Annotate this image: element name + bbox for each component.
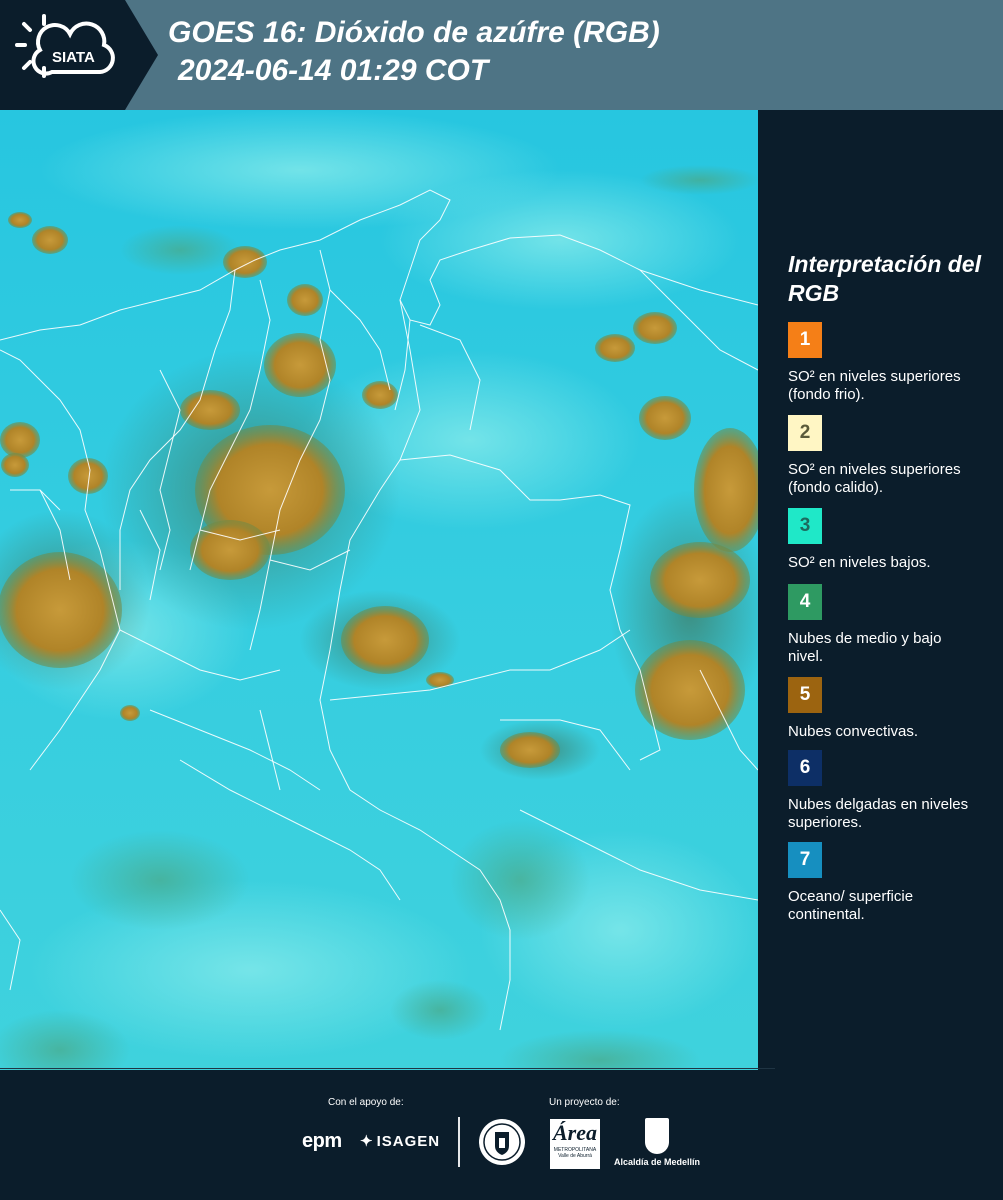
legend-number-2: 2 xyxy=(799,422,811,443)
siata-logo: SIATA xyxy=(0,0,158,110)
legend-label-7: Oceano/ superficie continental. xyxy=(788,888,914,923)
legend-swatch-3: 3 xyxy=(788,508,822,544)
title-product: GOES 16: Dióxido de azúfre (RGB) xyxy=(168,16,660,49)
legend-item-5: 5 Nubes convectivas. xyxy=(788,677,978,741)
project-label: Un proyecto de: xyxy=(549,1097,620,1108)
legend-swatch-7: 7 xyxy=(788,842,822,878)
legend-number-3: 3 xyxy=(799,515,811,536)
footer-top-divider xyxy=(0,1068,775,1069)
legend-item-6: 6 Nubes delgadas en niveles superiores. xyxy=(788,750,978,832)
siata-logo-panel: SIATA xyxy=(0,0,158,110)
legend-label-2: SO² en niveles superiores (fondo calido)… xyxy=(788,461,961,496)
area-metropolitana-logo: Área METROPOLITANA Valle de Aburrá xyxy=(550,1119,600,1169)
isagen-logo-text: ISAGEN xyxy=(376,1133,441,1150)
medellin-seal-icon xyxy=(479,1119,525,1165)
legend-number-1: 1 xyxy=(799,329,811,350)
legend-number-5: 5 xyxy=(799,684,811,705)
title-timestamp: 2024-06-14 01:29 COT xyxy=(178,54,489,87)
legend-label-3: SO² en niveles bajos. xyxy=(788,554,931,571)
support-label: Con el apoyo de: xyxy=(328,1097,404,1108)
alcaldia-logo: Alcaldía de Medellín xyxy=(612,1118,702,1167)
legend-swatch-5: 5 xyxy=(788,677,822,713)
legend-title: Interpretación del RGB xyxy=(788,251,981,306)
area-logo-text: Área xyxy=(553,1120,597,1145)
page-title: GOES 16: Dióxido de azúfre (RGB) 2024-06… xyxy=(168,14,660,90)
satellite-map-graphic xyxy=(0,110,758,1070)
alcaldia-shield-icon xyxy=(645,1118,669,1154)
legend-number-4: 4 xyxy=(799,591,811,612)
siata-logo-text: SIATA xyxy=(52,49,95,66)
legend-swatch-1: 1 xyxy=(788,322,822,358)
legend-swatch-4: 4 xyxy=(788,584,822,620)
legend-item-4: 4 Nubes de medio y bajo nivel. xyxy=(788,584,978,666)
legend-item-1: 1 SO² en niveles superiores (fondo frio)… xyxy=(788,322,978,404)
epm-logo: epm xyxy=(302,1130,342,1152)
legend-label-4: Nubes de medio y bajo nivel. xyxy=(788,630,942,665)
legend-item-7: 7 Oceano/ superficie continental. xyxy=(788,842,978,924)
legend-number-6: 6 xyxy=(799,757,811,778)
legend-label-6: Nubes delgadas en niveles superiores. xyxy=(788,796,969,831)
isagen-mark-icon: ✦ xyxy=(360,1133,374,1150)
legend-label-5: Nubes convectivas. xyxy=(788,723,919,740)
footer-divider xyxy=(458,1117,460,1167)
legend-item-3: 3 SO² en niveles bajos. xyxy=(788,508,978,572)
area-logo-subtext: METROPOLITANA Valle de Aburrá xyxy=(553,1147,597,1159)
legend-swatch-2: 2 xyxy=(788,415,822,451)
satellite-map xyxy=(0,110,758,1070)
legend-swatch-6: 6 xyxy=(788,750,822,786)
legend-number-7: 7 xyxy=(799,849,811,870)
isagen-logo: ✦ ISAGEN xyxy=(360,1132,440,1150)
alcaldia-name: Alcaldía de Medellín xyxy=(613,1157,701,1167)
legend-label-1: SO² en niveles superiores (fondo frio). xyxy=(788,368,961,403)
legend-item-2: 2 SO² en niveles superiores (fondo calid… xyxy=(788,415,978,497)
